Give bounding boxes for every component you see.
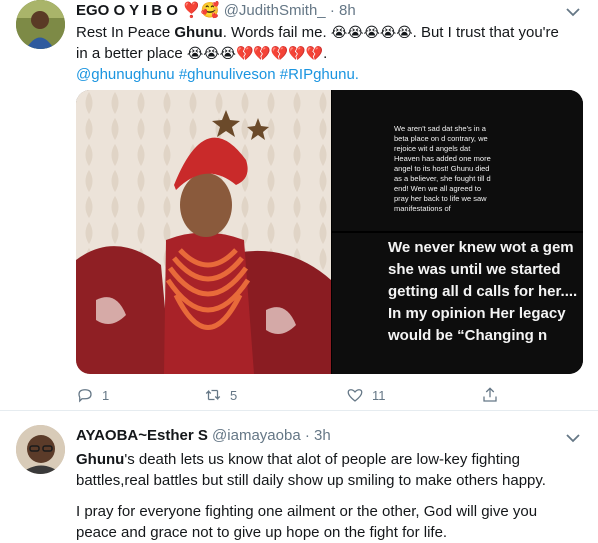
share-icon	[483, 387, 497, 402]
separator-dot: ·	[304, 427, 310, 444]
tweet-text: Ghunu's death lets us know that alot of …	[76, 449, 566, 543]
tweet-line-1: Rest In Peace Ghunu. Words fail me. 😭😭😭😭…	[76, 22, 582, 43]
tweet-actions: 1 5 11	[76, 386, 546, 406]
like-button[interactable]: 11	[346, 386, 386, 404]
text-segment: .	[323, 45, 328, 62]
text-segment: . Words fail me.	[222, 24, 331, 41]
avatar[interactable]	[16, 0, 65, 49]
text-segment: Rest In Peace	[76, 24, 175, 41]
display-name[interactable]: EGO O Y I B O	[76, 2, 178, 19]
retweet-button[interactable]: 5	[204, 386, 237, 404]
separator-dot: ·	[329, 2, 335, 19]
screenshot-image[interactable]: We never knew wot a gem she was until we…	[332, 233, 583, 374]
screenshot-caption: We never knew wot a gem she was until we…	[388, 239, 578, 344]
timestamp[interactable]: 3h	[314, 427, 331, 444]
reply-button[interactable]: 1	[76, 386, 109, 404]
emoji-group: 😭😭😭😭😭	[330, 24, 413, 40]
screenshot-image[interactable]: We aren't sad dat she's in a beta place …	[332, 90, 583, 231]
timestamp[interactable]: 8h	[339, 2, 356, 19]
like-icon	[347, 389, 363, 402]
text-segment: in a better place	[76, 45, 187, 62]
text-segment: 's death lets us know that alot of peopl…	[76, 451, 546, 489]
retweet-count: 5	[230, 387, 238, 403]
tweet-paragraph-1: Ghunu's death lets us know that alot of …	[76, 449, 566, 491]
avatar[interactable]	[16, 425, 65, 474]
media-grid[interactable]: We aren't sad dat she's in a beta place …	[76, 90, 583, 374]
tweet-text: Rest In Peace Ghunu. Words fail me. 😭😭😭😭…	[76, 22, 582, 85]
retweet-icon	[205, 389, 221, 401]
bold-mention: Ghunu	[76, 451, 125, 468]
reply-icon	[78, 389, 92, 403]
screenshot-caption: We aren't sad dat she's in a beta place …	[394, 124, 491, 213]
portrait-photo[interactable]	[76, 90, 331, 374]
like-count: 11	[372, 387, 386, 403]
text-segment: . But I trust that you're	[412, 24, 559, 41]
share-button[interactable]	[481, 386, 499, 404]
tweet[interactable]: EGO O Y I B O ❣️🥰 @JudithSmith_ · 8h Res…	[0, 0, 598, 410]
user-handle[interactable]: @iamayaoba	[212, 427, 301, 444]
display-name[interactable]: AYAOBA~Esther S	[76, 427, 208, 444]
caret-down-icon[interactable]	[566, 430, 580, 447]
bold-mention: Ghunu	[174, 24, 223, 41]
tweet-line-2: in a better place 😭😭😭💔💔💔💔💔.	[76, 43, 582, 64]
tweet[interactable]: AYAOBA~Esther S @iamayaoba · 3h Ghunu's …	[0, 411, 598, 542]
user-handle[interactable]: @JudithSmith_	[224, 2, 326, 19]
name-emoji: ❣️🥰	[182, 2, 220, 19]
tweet-paragraph-2: I pray for everyone fighting one ailment…	[76, 503, 538, 541]
caret-down-icon[interactable]	[566, 4, 580, 21]
emoji-group: 😭😭😭💔💔💔💔💔	[186, 45, 324, 61]
hashtag-links[interactable]: @ghunughunu #ghunuliveson #RIPghunu.	[76, 64, 582, 85]
reply-count: 1	[102, 387, 110, 403]
tweet-header: EGO O Y I B O ❣️🥰 @JudithSmith_ · 8h	[76, 1, 356, 19]
tweet-header: AYAOBA~Esther S @iamayaoba · 3h	[76, 427, 331, 444]
